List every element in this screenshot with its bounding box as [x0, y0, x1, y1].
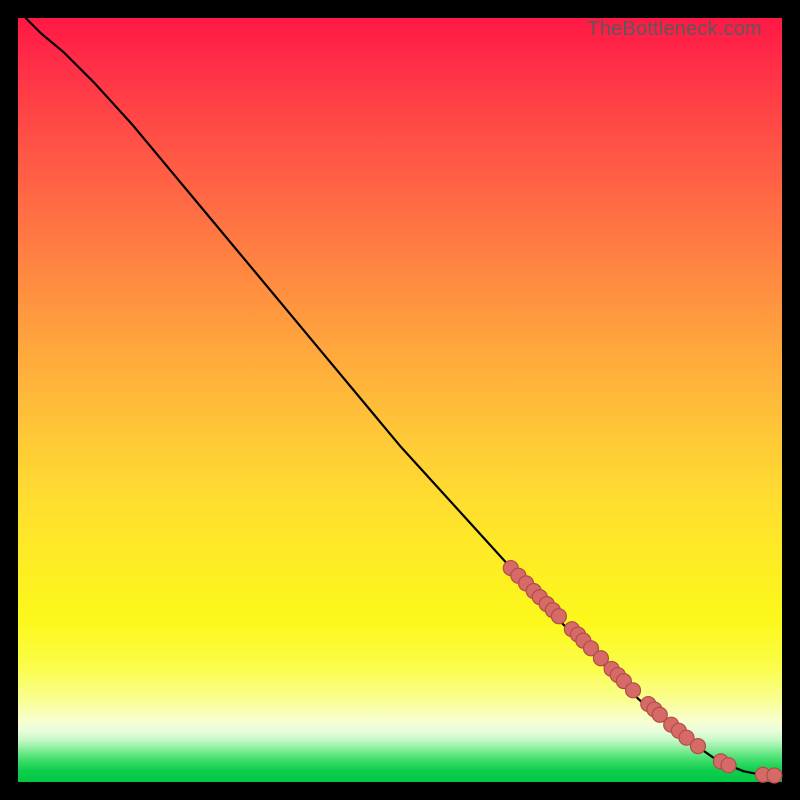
- chart-frame: TheBottleneck.com: [0, 0, 800, 800]
- curve-line: [26, 18, 775, 776]
- data-point: [626, 683, 641, 698]
- scatter-points: [503, 561, 782, 783]
- data-point: [551, 609, 566, 624]
- chart-svg: [18, 18, 782, 782]
- data-point: [690, 739, 705, 754]
- plot-area: TheBottleneck.com: [18, 18, 782, 782]
- data-point: [721, 758, 736, 773]
- data-point: [767, 768, 782, 783]
